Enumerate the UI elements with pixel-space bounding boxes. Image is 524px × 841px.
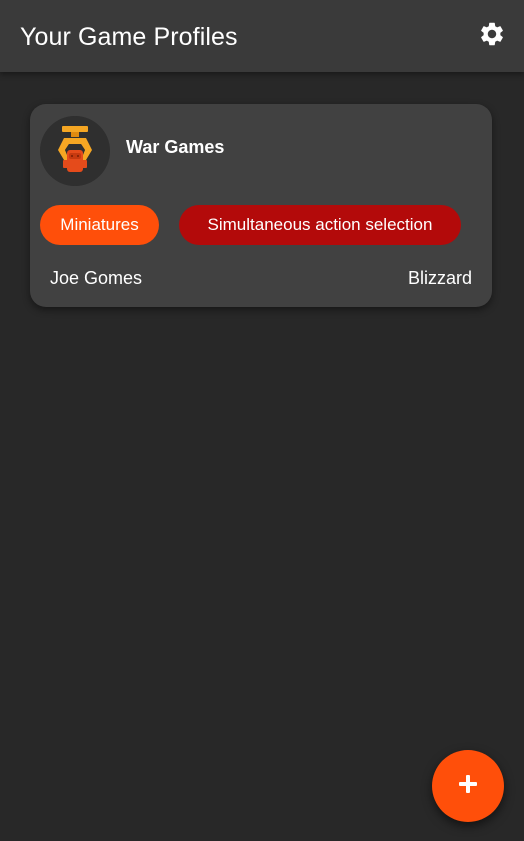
page-title: Your Game Profiles bbox=[20, 23, 238, 51]
tag-chip-category[interactable]: Simultaneous action selection bbox=[179, 205, 461, 245]
game-designer: Joe Gomes bbox=[50, 268, 143, 288]
game-profile-card[interactable]: War Games Miniatures Simultaneous action… bbox=[30, 104, 492, 307]
tag-chip-mechanic[interactable]: Miniatures bbox=[40, 205, 159, 245]
settings-button[interactable] bbox=[476, 20, 508, 52]
game-publisher: Blizzard bbox=[407, 268, 472, 288]
add-game-button[interactable] bbox=[432, 750, 504, 822]
app-bar: Your Game Profiles bbox=[0, 0, 524, 72]
plus-icon bbox=[457, 773, 479, 800]
gear-icon bbox=[478, 20, 506, 53]
game-avatar bbox=[40, 116, 110, 186]
game-title: War Games bbox=[126, 137, 225, 157]
medal-crane-icon bbox=[40, 116, 110, 186]
